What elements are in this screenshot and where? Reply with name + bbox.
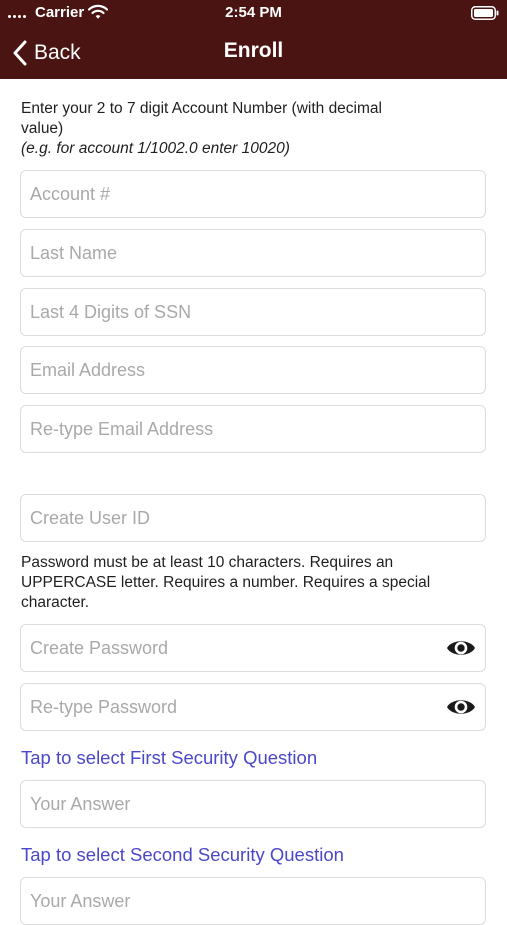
account-example-text: (e.g. for account 1/1002.0 enter 10020) (21, 140, 290, 157)
first-security-question-link[interactable]: Tap to select First Security Question (21, 747, 317, 769)
first-answer-field (20, 780, 486, 828)
password-input[interactable] (21, 625, 485, 671)
page-title: Enroll (223, 39, 284, 62)
email-confirm-field (20, 405, 486, 453)
second-security-question-link[interactable]: Tap to select Second Security Question (21, 844, 344, 866)
user-id-input[interactable] (21, 495, 485, 541)
email-confirm-input[interactable] (21, 406, 485, 452)
last-name-field (20, 229, 486, 277)
email-field (20, 346, 486, 394)
account-number-input[interactable] (21, 171, 485, 217)
navigation-bar: Back Enroll (0, 28, 507, 79)
second-answer-input[interactable] (21, 878, 485, 924)
eye-icon[interactable] (445, 696, 477, 718)
password-rules: Password must be at least 10 characters.… (21, 554, 431, 611)
email-input[interactable] (21, 347, 485, 393)
account-number-field (20, 170, 486, 218)
app-header: Carrier 2:54 PM Back Enroll (0, 0, 507, 79)
battery-icon (471, 6, 499, 20)
status-bar: Carrier 2:54 PM (0, 0, 507, 28)
first-answer-input[interactable] (21, 781, 485, 827)
account-instructions-text: Enter your 2 to 7 digit Account Number (… (21, 100, 382, 137)
user-id-field (20, 494, 486, 542)
account-instructions: Enter your 2 to 7 digit Account Number (… (21, 99, 411, 159)
password-field (20, 624, 486, 672)
ssn-field (20, 288, 486, 336)
password-confirm-input[interactable] (21, 684, 485, 730)
status-time: 2:54 PM (225, 4, 282, 21)
password-confirm-field (20, 683, 486, 731)
last-name-input[interactable] (21, 230, 485, 276)
eye-icon[interactable] (445, 637, 477, 659)
second-answer-field (20, 877, 486, 925)
ssn-input[interactable] (21, 289, 485, 335)
